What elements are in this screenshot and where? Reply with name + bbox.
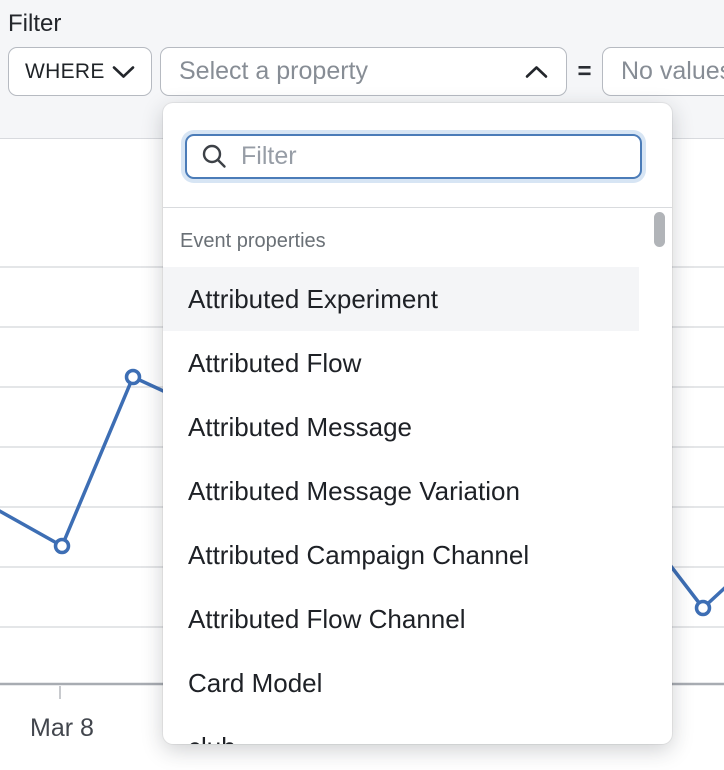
list-item-attributed-campaign-channel[interactable]: Attributed Campaign Channel — [163, 523, 639, 587]
where-operator-label: WHERE — [25, 60, 105, 84]
property-dropdown-panel: Filter Event properties Attributed Exper… — [163, 103, 672, 744]
scrollbar-thumb[interactable] — [654, 212, 665, 247]
search-icon — [201, 143, 228, 170]
property-select[interactable]: Select a property — [160, 47, 567, 96]
list-item-club[interactable]: club — [163, 715, 639, 744]
property-select-placeholder: Select a property — [179, 57, 368, 86]
list-item-label: Attributed Flow — [188, 348, 361, 379]
list-item-label: Card Model — [188, 668, 322, 699]
list-item-label: club — [188, 732, 236, 745]
list-item-label: Attributed Message — [188, 412, 412, 443]
search-placeholder: Filter — [241, 142, 297, 171]
list-item-label: Attributed Campaign Channel — [188, 540, 529, 571]
where-operator-button[interactable]: WHERE — [8, 47, 152, 96]
x-axis-tick-label: Mar 8 — [22, 714, 102, 743]
list-item-attributed-flow[interactable]: Attributed Flow — [163, 331, 639, 395]
list-item-label: Attributed Experiment — [188, 284, 438, 315]
list-item-card-model[interactable]: Card Model — [163, 651, 639, 715]
list-item-attributed-message-variation[interactable]: Attributed Message Variation — [163, 459, 639, 523]
values-select-placeholder: No values a — [621, 57, 724, 86]
search-input[interactable]: Filter — [185, 134, 642, 179]
filter-section-label: Filter — [8, 10, 61, 38]
equals-sign: = — [567, 47, 602, 96]
list-item-label: Attributed Message Variation — [188, 476, 520, 507]
chevron-up-icon — [525, 65, 548, 79]
list-item-attributed-message[interactable]: Attributed Message — [163, 395, 639, 459]
list-item-label: Attributed Flow Channel — [188, 604, 465, 635]
property-list: Event properties Attributed Experiment A… — [163, 207, 672, 744]
values-select[interactable]: No values a — [602, 47, 724, 96]
list-item-attributed-experiment[interactable]: Attributed Experiment — [163, 267, 639, 331]
list-item-attributed-flow-channel[interactable]: Attributed Flow Channel — [163, 587, 639, 651]
chevron-down-icon — [112, 65, 135, 79]
section-header: Event properties — [163, 208, 672, 267]
search-area: Filter — [163, 103, 672, 207]
